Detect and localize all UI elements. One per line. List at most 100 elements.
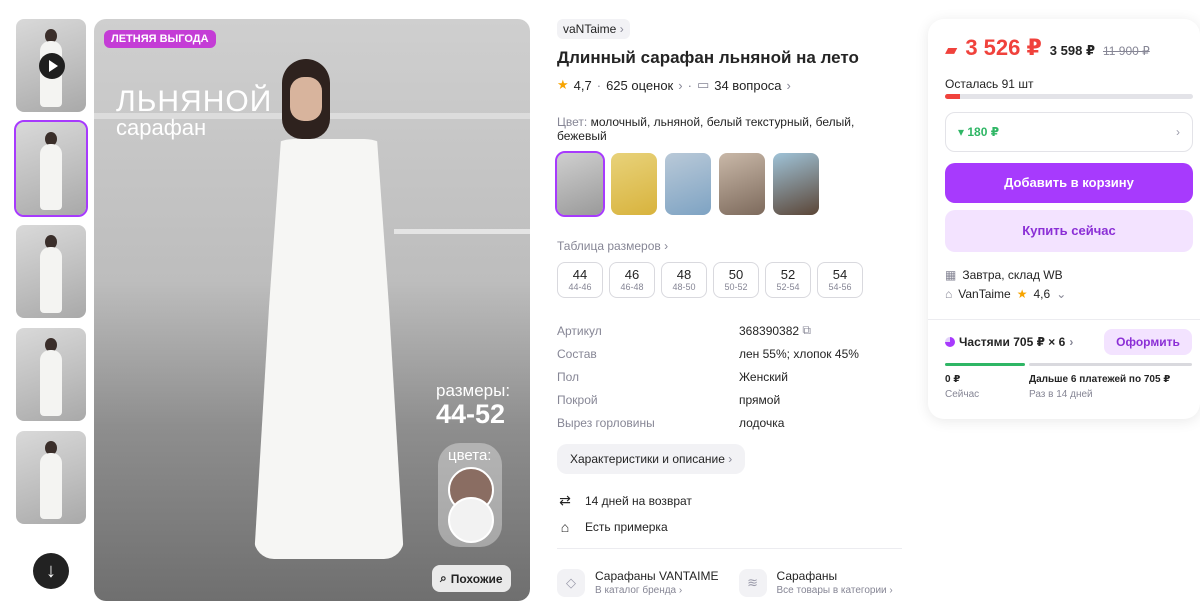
category-link[interactable]: ≋ Сарафаны Все товары в категории ›	[738, 569, 893, 597]
triangle-down-icon: ▾	[958, 125, 965, 139]
thumbnail-2[interactable]	[14, 120, 88, 217]
size-option[interactable]: 50 50-52	[713, 262, 759, 298]
size-option[interactable]: 46 46-48	[609, 262, 655, 298]
size-number: 52	[780, 267, 796, 282]
size-number: 54	[832, 267, 848, 282]
chevron-right-icon: ›	[889, 585, 893, 596]
main-product-photo[interactable]: ЛЕТНЯЯ ВЫГОДА ЛЬНЯНОЙ сарафан размеры: 4…	[94, 19, 530, 601]
star-icon: ★	[1016, 287, 1028, 301]
bonus-row[interactable]: ▾ 180 ₽ ›	[945, 112, 1193, 152]
brand-catalog-link[interactable]: ◇ Сарафаны VANTAIME В каталог бренда ›	[557, 569, 719, 597]
hanger-icon: ⌂	[560, 519, 570, 535]
chevron-right-icon: ›	[664, 239, 669, 253]
thumbnail-5[interactable]	[16, 431, 86, 524]
spec-row: Пол Женский	[557, 365, 902, 388]
tag-icon: ◇	[557, 569, 585, 597]
specs-table: Артикул 368390382 ⧉ Состав лен 55%; хлопок…	[557, 319, 902, 434]
question-icon: ▭	[696, 77, 710, 92]
size-option[interactable]: 48 48-50	[661, 262, 707, 298]
size-selector: 44 44-46 46 46-48 48 48-50 50 50-52 52 52-54 …	[557, 262, 902, 298]
thumbnail-4[interactable]	[16, 328, 86, 421]
chevron-right-icon: ›	[1069, 335, 1074, 349]
catalog-links: ◇ Сарафаны VANTAIME В каталог бренда › ≋ …	[557, 569, 902, 597]
background-shelf	[394, 229, 530, 234]
return-policy: ⇄ 14 дней на возврат	[557, 492, 902, 509]
warehouse-icon: ▦	[945, 268, 957, 282]
swatch-beige[interactable]	[773, 153, 819, 215]
separator-dot: ·	[596, 77, 602, 93]
bonus-amount: 180 ₽	[967, 125, 1000, 139]
size-number: 44	[572, 267, 588, 282]
chevron-right-icon: ›	[619, 22, 624, 36]
rating-value: 4,7	[573, 77, 592, 93]
installment-progress-later	[1029, 363, 1192, 366]
size-option[interactable]: 54 54-56	[817, 262, 863, 298]
later-label: Раз в 14 дней	[1029, 389, 1093, 400]
brand-link[interactable]: vaNTaime ›	[557, 19, 630, 39]
scroll-down-button[interactable]: ↓	[33, 553, 69, 589]
reviews-link[interactable]: 625 оценок	[606, 78, 673, 93]
chevron-right-icon: ›	[678, 585, 683, 596]
return-arrows-icon: ⇄	[559, 492, 571, 508]
buy-now-button[interactable]: Купить сейчас	[945, 210, 1193, 252]
thumbnail-image	[40, 453, 62, 519]
spec-key: Вырез горловины	[557, 415, 655, 430]
seller-name: VanTaime	[958, 287, 1011, 301]
order-installments-button[interactable]: Оформить	[1104, 329, 1192, 355]
size-number: 48	[676, 267, 692, 282]
color-dot-white	[448, 497, 494, 543]
arrow-down-icon: ↓	[46, 559, 56, 582]
thumbnail-3[interactable]	[16, 225, 86, 318]
model-face	[290, 77, 322, 121]
wallet-icon: ▰	[945, 42, 958, 59]
size-option[interactable]: 44 44-46	[557, 262, 603, 298]
size-option[interactable]: 52 52-54	[765, 262, 811, 298]
description-button[interactable]: Характеристики и описание ›	[557, 444, 746, 474]
model-dress	[254, 139, 404, 559]
thumbnail-image	[40, 144, 62, 210]
swatch-white[interactable]	[719, 153, 765, 215]
copy-icon[interactable]: ⧉	[802, 323, 811, 338]
add-to-cart-button[interactable]: Добавить в корзину	[945, 163, 1193, 203]
color-swatches	[555, 151, 902, 217]
similar-button-label: Похожие	[450, 571, 503, 586]
size-range: 54-56	[828, 282, 852, 292]
color-values: молочный, льняной, белый текстурный, бел…	[557, 115, 855, 143]
spec-key: Состав	[557, 346, 597, 361]
promo-badge: ЛЕТНЯЯ ВЫГОДА	[104, 30, 216, 48]
image-search-icon: ⌕	[440, 571, 447, 585]
pie-icon	[945, 337, 955, 347]
category-title: Сарафаны	[776, 569, 838, 583]
overlay-sizes-label: размеры:	[436, 381, 511, 400]
thumbnail-strip	[14, 19, 88, 534]
swatch-linen[interactable]	[611, 153, 657, 215]
seller-rating: 4,6	[1033, 287, 1051, 301]
size-range: 44-46	[568, 282, 592, 292]
star-icon: ★	[557, 77, 569, 92]
later-amount: Дальше 6 платежей по 705 ₽	[1029, 374, 1171, 385]
size-range: 48-50	[672, 282, 696, 292]
now-label: Сейчас	[945, 389, 980, 400]
color-line: Цвет: молочный, льняной, белый текстурны…	[557, 115, 902, 143]
delivery-info: ▦ Завтра, склад WB	[945, 268, 1063, 282]
seller-info[interactable]: ⌂ VanTaime ★ 4,6 ⌄	[945, 287, 1066, 301]
swatch-milky[interactable]	[555, 151, 605, 217]
spec-value: Женский	[739, 369, 788, 384]
thumbnail-video[interactable]	[16, 19, 86, 112]
questions-link[interactable]: 34 вопроса	[714, 78, 781, 93]
size-number: 46	[624, 267, 640, 282]
separator-dot: ·	[687, 77, 692, 93]
installment-progress-now	[945, 363, 1025, 366]
size-table-link[interactable]: Таблица размеров ›	[557, 239, 902, 253]
similar-button[interactable]: ⌕ Похожие	[432, 565, 511, 592]
spec-row: Состав лен 55%; хлопок 45%	[557, 342, 902, 365]
swatch-white-textured[interactable]	[665, 153, 711, 215]
installments-link[interactable]: Частями 705 ₽ × 6 ›	[945, 335, 1073, 349]
product-info: vaNTaime › Длинный сарафан льняной на ле…	[555, 19, 902, 597]
size-number: 50	[728, 267, 744, 282]
chevron-down-icon: ⌄	[1056, 287, 1067, 301]
fitting-info: ⌂ Есть примерка	[557, 519, 902, 535]
play-icon	[39, 53, 65, 79]
return-policy-text: 14 дней на возврат	[585, 493, 692, 508]
divider	[557, 548, 902, 549]
